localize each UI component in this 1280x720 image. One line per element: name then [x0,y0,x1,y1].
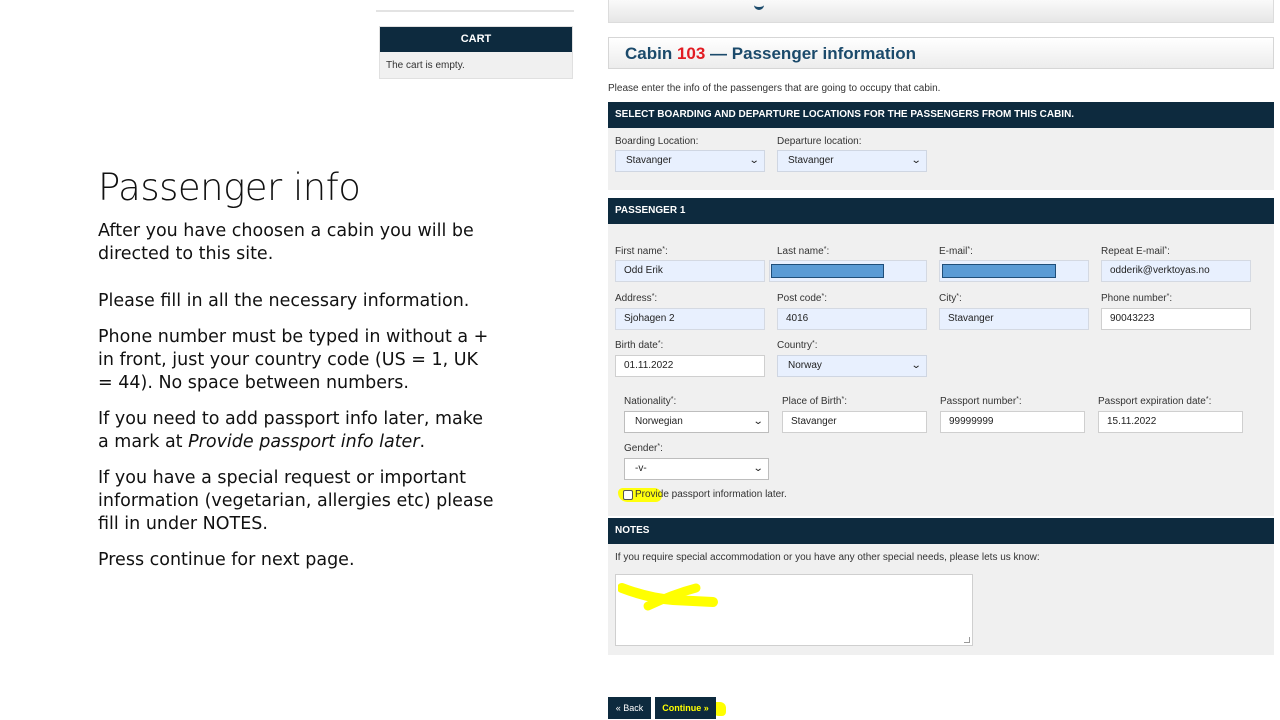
cabin-number: 103 [676,44,706,63]
instruction-passport-emphasis: Provide passport info later [188,432,420,452]
chevron-down-icon: ⌄ [910,360,922,371]
cart-widget: CART The cart is empty. [379,26,573,79]
passport-later-label[interactable]: Provide passport information later. [635,489,787,500]
continue-button[interactable]: Continue » [655,697,716,719]
cabin-intro: Please enter the info of the passengers … [608,83,941,94]
gender-value: -v- [635,463,647,474]
departure-label: Departure location: [777,136,862,147]
cart-empty-text: The cart is empty. [386,60,465,71]
country-label: Country*: [777,340,818,351]
cabin-title-bar: Cabin 103 — Passenger information [608,37,1274,69]
first-name-label: First name*: [615,246,668,257]
first-name-input[interactable]: Odd Erik [615,260,765,282]
back-button[interactable]: « Back [608,697,651,719]
birth-date-label: Birth date*: [615,340,664,351]
instruction-notes: If you have a special request or importa… [98,468,494,534]
last-name-input[interactable] [769,260,927,282]
place-of-birth-label: Place of Birth*: [782,396,847,407]
departure-select[interactable]: Stavanger ⌄ [777,150,927,172]
place-of-birth-input[interactable]: Stavanger [782,411,927,433]
notes-header: NOTES [608,518,1274,544]
passport-number-label: Passport number*: [940,396,1022,407]
notes-section: NOTES If you require special accommodati… [608,518,1274,655]
chevron-down-icon: ⌄ [752,463,764,474]
passport-later-checkbox[interactable] [623,490,633,500]
departure-value: Stavanger [788,155,834,166]
instruction-passport: If you need to add passport info later, … [98,408,498,454]
heading-fragment [754,2,764,10]
boarding-value: Stavanger [626,155,672,166]
passenger-header: PASSENGER 1 [608,198,1274,224]
redaction-box [942,264,1056,278]
cart-top-divider [376,0,574,12]
passport-expiration-label: Passport expiration date*: [1098,396,1212,407]
boarding-select[interactable]: Stavanger ⌄ [615,150,765,172]
cart-header: CART [380,27,572,52]
email-input[interactable] [939,260,1089,282]
address-label: Address*: [615,293,658,304]
city-input[interactable]: Stavanger [939,308,1089,330]
instruction-phone: Phone number must be typed in without a … [98,327,489,393]
slide-title: Passenger info [98,166,361,209]
instruction-cabin: After you have choosen a cabin you will … [98,221,474,264]
passport-expiration-input[interactable]: 15.11.2022 [1098,411,1243,433]
boarding-label: Boarding Location: [615,136,699,147]
cabin-suffix: — Passenger information [705,44,916,63]
post-code-input[interactable]: 4016 [777,308,927,330]
gender-select[interactable]: -v- ⌄ [624,458,769,480]
nationality-value: Norwegian [635,416,683,427]
instruction-fill: Please fill in all the necessary informa… [98,291,470,311]
chevron-down-icon: ⌄ [910,155,922,166]
last-name-label: Last name*: [777,246,830,257]
chevron-down-icon: ⌄ [748,155,760,166]
notes-textarea[interactable] [615,574,973,646]
nationality-select[interactable]: Norwegian ⌄ [624,411,769,433]
repeat-email-label: Repeat E-mail*: [1101,246,1170,257]
country-value: Norway [788,360,822,371]
chevron-down-icon: ⌄ [752,416,764,427]
notes-hint: If you require special accommodation or … [615,552,1040,563]
instruction-passport-end: . [419,432,426,452]
city-label: City*: [939,293,962,304]
cabin-prefix: Cabin [625,44,677,63]
passport-box: Nationality*: Norwegian ⌄ Place of Birth*… [616,388,1266,510]
phone-input[interactable]: 90043223 [1101,308,1251,330]
page-heading-strip [608,0,1274,23]
gender-label: Gender*: [624,443,663,454]
birth-date-input[interactable]: 01.11.2022 [615,355,765,377]
address-input[interactable]: Sjohagen 2 [615,308,765,330]
repeat-email-input[interactable]: odderik@verktoyas.no [1101,260,1251,282]
cabin-title: Cabin 103 — Passenger information [625,44,916,64]
locations-header: SELECT BOARDING AND DEPARTURE LOCATIONS … [608,102,1274,128]
resize-handle[interactable] [964,637,970,643]
phone-label: Phone number*: [1101,293,1173,304]
post-code-label: Post code*: [777,293,827,304]
email-label: E-mail*: [939,246,973,257]
instruction-continue: Press continue for next page. [98,550,355,570]
nationality-label: Nationality*: [624,396,677,407]
slide-instructions: After you have choosen a cabin you will … [98,220,498,585]
redaction-box [771,264,884,278]
passport-number-input[interactable]: 99999999 [940,411,1085,433]
locations-section: SELECT BOARDING AND DEPARTURE LOCATIONS … [608,102,1274,190]
country-select[interactable]: Norway ⌄ [777,355,927,377]
highlight-scribble [618,583,718,611]
passenger-section: PASSENGER 1 First name*: Odd Erik Last n… [608,198,1274,516]
